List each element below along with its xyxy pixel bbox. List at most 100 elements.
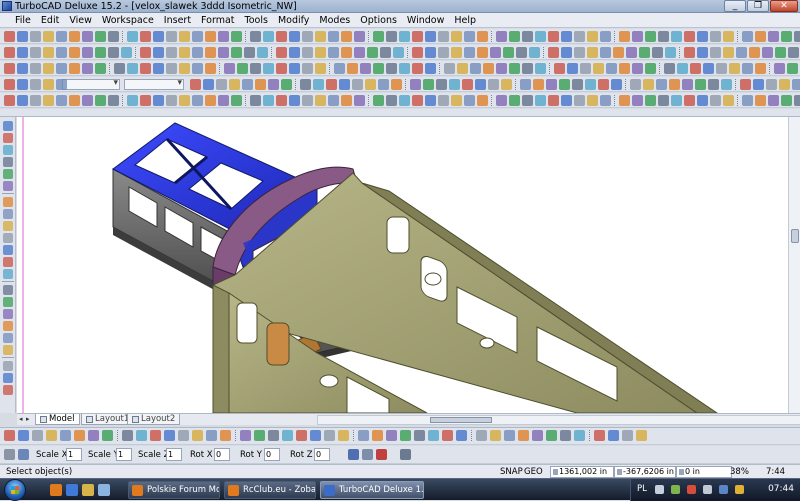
- toolbar-tool-icon[interactable]: [533, 79, 544, 90]
- toolbar-tool-icon[interactable]: [95, 31, 106, 42]
- toolbar-tool-icon[interactable]: [794, 95, 800, 106]
- toolbar-tool-icon[interactable]: [548, 31, 559, 42]
- toolbar-tool-icon[interactable]: [74, 430, 85, 441]
- toolbar-tool-icon[interactable]: [671, 31, 682, 42]
- toolbar-tool-icon[interactable]: [206, 430, 217, 441]
- menu-options[interactable]: Options: [355, 15, 402, 26]
- toolbar-tool-icon[interactable]: [535, 95, 546, 106]
- toolbar-tool-icon[interactable]: [710, 95, 721, 106]
- snap-toggle[interactable]: SNAP: [500, 467, 523, 477]
- zoom-level[interactable]: 38%: [730, 467, 749, 477]
- toolbar-tool-icon[interactable]: [574, 31, 585, 42]
- toolbar-tool-icon[interactable]: [56, 47, 67, 58]
- network-icon[interactable]: [671, 485, 680, 494]
- toolbar-tool-icon[interactable]: [768, 31, 779, 42]
- toolbar-tool-icon[interactable]: [399, 95, 410, 106]
- toolbar-tool-icon[interactable]: [600, 31, 611, 42]
- toolbar-tool-icon[interactable]: [412, 47, 423, 58]
- toolbar-grip[interactable]: [679, 47, 682, 58]
- toolbar-tool-icon[interactable]: [391, 79, 402, 90]
- toolbar-tool-icon[interactable]: [721, 79, 732, 90]
- toolbar-tool-icon[interactable]: [43, 47, 54, 58]
- toolbar-tool-icon[interactable]: [572, 79, 583, 90]
- toolbar-tool-icon[interactable]: [518, 430, 529, 441]
- toolbar-tool-icon[interactable]: [315, 63, 326, 74]
- toolbar-tool-icon[interactable]: [444, 63, 455, 74]
- toolbar-tool-icon[interactable]: [17, 95, 28, 106]
- toolbar-tool-icon[interactable]: [32, 430, 43, 441]
- toolbar-tool-icon[interactable]: [237, 63, 248, 74]
- toolbar-tool-icon[interactable]: [546, 430, 557, 441]
- toolbar-tool-icon[interactable]: [598, 79, 609, 90]
- toolbar-tool-icon[interactable]: [690, 63, 701, 74]
- toolbar-tool-icon[interactable]: [205, 63, 216, 74]
- toolbar-tool-icon[interactable]: [127, 95, 138, 106]
- toolbar-tool-icon[interactable]: [205, 95, 216, 106]
- menu-insert[interactable]: Insert: [159, 15, 196, 26]
- toolbar-tool-icon[interactable]: [560, 430, 571, 441]
- toolbar-tool-icon[interactable]: [456, 430, 467, 441]
- toolbar-tool-icon[interactable]: [289, 47, 300, 58]
- toolbar-tool-icon[interactable]: [768, 95, 779, 106]
- antivirus-icon[interactable]: [687, 485, 696, 494]
- minimize-button[interactable]: _: [724, 0, 746, 12]
- toolbar-tool-icon[interactable]: [587, 47, 598, 58]
- menu-edit[interactable]: Edit: [36, 15, 64, 26]
- toolbar-tool-icon[interactable]: [658, 31, 669, 42]
- toolbar-tool-icon[interactable]: [438, 31, 449, 42]
- toolbar-tool-icon[interactable]: [645, 63, 656, 74]
- menu-help[interactable]: Help: [449, 15, 481, 26]
- toolbar-tool-icon[interactable]: [17, 31, 28, 42]
- toolbar-tool-icon[interactable]: [43, 63, 54, 74]
- toolbar-tool-icon[interactable]: [593, 63, 604, 74]
- toolbar-tool-icon[interactable]: [328, 95, 339, 106]
- options-icon[interactable]: [400, 449, 411, 460]
- toolbar-grip[interactable]: [614, 31, 617, 42]
- toolbar-grip[interactable]: [659, 63, 662, 74]
- side-tool-icon[interactable]: [3, 121, 13, 131]
- toolbar-tool-icon[interactable]: [399, 31, 410, 42]
- toolbar-tool-icon[interactable]: [442, 430, 453, 441]
- toolbar-tool-icon[interactable]: [740, 79, 751, 90]
- menu-format[interactable]: Format: [196, 15, 239, 26]
- toolbar-tool-icon[interactable]: [179, 47, 190, 58]
- toolbar-tool-icon[interactable]: [326, 79, 337, 90]
- toolbar-tool-icon[interactable]: [658, 95, 669, 106]
- toolbar-tool-icon[interactable]: [574, 430, 585, 441]
- toolbar-tool-icon[interactable]: [276, 63, 287, 74]
- tray-arrow-icon[interactable]: [655, 485, 664, 494]
- toolbar-grip[interactable]: [122, 31, 125, 42]
- toolbar-tool-icon[interactable]: [56, 95, 67, 106]
- side-tool-icon[interactable]: [3, 385, 13, 395]
- toolbar-tool-icon[interactable]: [334, 63, 345, 74]
- toolbar-tool-icon[interactable]: [451, 31, 462, 42]
- menu-view[interactable]: View: [64, 15, 97, 26]
- toolbar-tool-icon[interactable]: [774, 63, 785, 74]
- toolbar-tool-icon[interactable]: [354, 95, 365, 106]
- vertical-scroll-thumb[interactable]: [791, 229, 799, 243]
- toolbar-tool-icon[interactable]: [360, 63, 371, 74]
- toolbar-tool-icon[interactable]: [645, 31, 656, 42]
- toolbar-tool-icon[interactable]: [315, 47, 326, 58]
- toolbar-tool-icon[interactable]: [190, 79, 201, 90]
- toolbar-tool-icon[interactable]: [710, 31, 721, 42]
- toolbar-tool-icon[interactable]: [781, 31, 792, 42]
- toolbar-tool-icon[interactable]: [4, 79, 15, 90]
- toolbar-tool-icon[interactable]: [548, 47, 559, 58]
- toolbar-tool-icon[interactable]: [477, 31, 488, 42]
- toolbar-tool-icon[interactable]: [438, 47, 449, 58]
- title-bar[interactable]: TurboCAD Deluxe 15.2 - [velox_slawek 3dd…: [0, 0, 800, 13]
- toolbar-tool-icon[interactable]: [347, 63, 358, 74]
- toolbar-tool-icon[interactable]: [749, 47, 760, 58]
- toolbar-tool-icon[interactable]: [559, 79, 570, 90]
- scale-x-field[interactable]: 1: [66, 448, 82, 461]
- toolbar-tool-icon[interactable]: [310, 430, 321, 441]
- toolbar-tool-icon[interactable]: [315, 95, 326, 106]
- toolbar-tool-icon[interactable]: [313, 79, 324, 90]
- toolbar-tool-icon[interactable]: [46, 430, 57, 441]
- toolbar-tool-icon[interactable]: [30, 79, 41, 90]
- toolbar-tool-icon[interactable]: [781, 95, 792, 106]
- toolbar-tool-icon[interactable]: [697, 95, 708, 106]
- toolbar-grip[interactable]: [368, 31, 371, 42]
- toolbar-tool-icon[interactable]: [4, 63, 15, 74]
